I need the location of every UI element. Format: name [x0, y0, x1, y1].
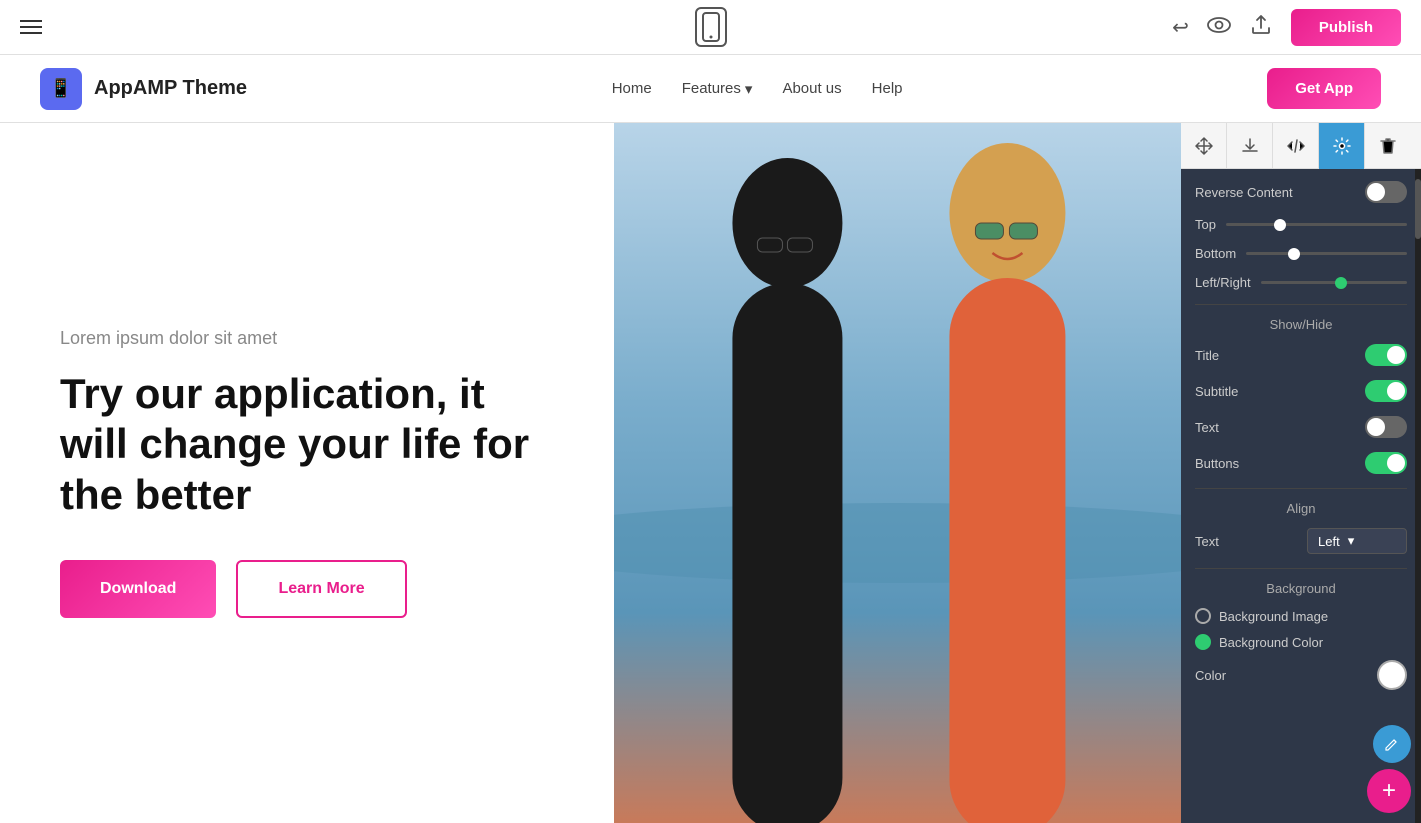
text-toggle[interactable] — [1365, 416, 1407, 438]
background-color-radio[interactable] — [1195, 634, 1211, 650]
background-image-label: Background Image — [1219, 609, 1328, 624]
learn-more-button[interactable]: Learn More — [236, 560, 406, 618]
nav-bar: 📱 AppAMP Theme Home Features ▾ About us … — [0, 55, 1421, 123]
panel-settings-icon[interactable] — [1319, 123, 1365, 169]
background-image-row: Background Image — [1195, 608, 1407, 624]
buttons-toggle-row: Buttons — [1195, 452, 1407, 474]
nav-link-about[interactable]: About us — [782, 80, 841, 97]
chevron-down-icon: ▾ — [745, 80, 753, 98]
brand-name: AppAMP Theme — [94, 77, 247, 100]
top-label: Top — [1195, 217, 1216, 232]
upload-icon[interactable] — [1249, 13, 1273, 41]
divider-1 — [1195, 304, 1407, 305]
get-app-button[interactable]: Get App — [1267, 68, 1381, 109]
hero-image-bg — [614, 123, 1181, 823]
panel-scrollbar[interactable] — [1415, 169, 1421, 823]
hero-image — [614, 123, 1181, 823]
leftright-label: Left/Right — [1195, 275, 1251, 290]
bottom-label: Bottom — [1195, 246, 1236, 261]
edit-fab-button[interactable] — [1373, 725, 1411, 763]
subtitle-label: Subtitle — [1195, 384, 1238, 399]
divider-2 — [1195, 488, 1407, 489]
hero-left: Lorem ipsum dolor sit amet Try our appli… — [0, 123, 614, 823]
hamburger-menu-icon[interactable] — [20, 20, 42, 34]
settings-panel: Reverse Content Top Bottom — [1181, 123, 1421, 823]
toolbar-center — [695, 7, 727, 47]
align-title: Align — [1195, 501, 1407, 516]
title-toggle[interactable] — [1365, 344, 1407, 366]
panel-toolbar — [1181, 123, 1421, 169]
show-hide-title: Show/Hide — [1195, 317, 1407, 332]
text-align-dropdown[interactable]: Left ▾ — [1307, 528, 1407, 554]
bottom-slider[interactable] — [1246, 252, 1407, 255]
toolbar-right: ↩ Publish — [1172, 9, 1401, 46]
panel-delete-icon[interactable] — [1365, 123, 1411, 169]
brand-icon: 📱 — [40, 68, 82, 110]
panel-content: Reverse Content Top Bottom — [1181, 169, 1421, 823]
subtitle-toggle[interactable] — [1365, 380, 1407, 402]
nav-link-home[interactable]: Home — [612, 80, 652, 97]
background-color-label: Background Color — [1219, 635, 1323, 650]
reverse-content-row: Reverse Content — [1195, 181, 1407, 203]
nav-link-help[interactable]: Help — [872, 80, 903, 97]
bottom-slider-row: Bottom — [1195, 246, 1407, 261]
panel-move-icon[interactable] — [1181, 123, 1227, 169]
color-label: Color — [1195, 668, 1226, 683]
panel-scroll-indicator — [1415, 179, 1421, 239]
hero-buttons: Download Learn More — [60, 560, 554, 618]
mobile-preview-icon[interactable] — [695, 7, 727, 47]
text-align-label: Text — [1195, 534, 1219, 549]
color-swatch[interactable] — [1377, 660, 1407, 690]
toolbar-left — [20, 20, 42, 34]
chevron-down-icon: ▾ — [1348, 533, 1355, 549]
reverse-content-label: Reverse Content — [1195, 185, 1293, 200]
color-row: Color — [1195, 660, 1407, 690]
nav-link-features[interactable]: Features ▾ — [682, 80, 753, 98]
text-align-value: Left — [1318, 534, 1340, 549]
text-align-row: Text Left ▾ — [1195, 528, 1407, 554]
hero-title: Try our application, it will change your… — [60, 369, 554, 520]
subtitle-toggle-row: Subtitle — [1195, 380, 1407, 402]
top-toolbar: ↩ Publish — [0, 0, 1421, 55]
buttons-label: Buttons — [1195, 456, 1239, 471]
undo-icon[interactable]: ↩ — [1172, 15, 1189, 40]
background-title: Background — [1195, 581, 1407, 596]
top-slider[interactable] — [1226, 223, 1407, 226]
add-fab-button[interactable]: + — [1367, 769, 1411, 813]
reverse-content-toggle[interactable] — [1365, 181, 1407, 203]
background-image-radio[interactable] — [1195, 608, 1211, 624]
nav-brand: 📱 AppAMP Theme — [40, 68, 247, 110]
title-toggle-row: Title — [1195, 344, 1407, 366]
divider-3 — [1195, 568, 1407, 569]
background-color-row: Background Color — [1195, 634, 1407, 650]
hero-section: Lorem ipsum dolor sit amet Try our appli… — [0, 123, 1181, 823]
download-button[interactable]: Download — [60, 560, 216, 618]
top-slider-row: Top — [1195, 217, 1407, 232]
text-toggle-row: Text — [1195, 416, 1407, 438]
publish-button[interactable]: Publish — [1291, 9, 1401, 46]
hero-subtitle: Lorem ipsum dolor sit amet — [60, 328, 554, 349]
eye-icon[interactable] — [1207, 16, 1231, 39]
nav-links: Home Features ▾ About us Help — [612, 80, 903, 98]
title-label: Title — [1195, 348, 1219, 363]
buttons-toggle[interactable] — [1365, 452, 1407, 474]
main-area: Lorem ipsum dolor sit amet Try our appli… — [0, 123, 1421, 823]
leftright-slider-row: Left/Right — [1195, 275, 1407, 290]
panel-download-icon[interactable] — [1227, 123, 1273, 169]
text-label: Text — [1195, 420, 1219, 435]
leftright-slider[interactable] — [1261, 281, 1407, 284]
panel-code-icon[interactable] — [1273, 123, 1319, 169]
